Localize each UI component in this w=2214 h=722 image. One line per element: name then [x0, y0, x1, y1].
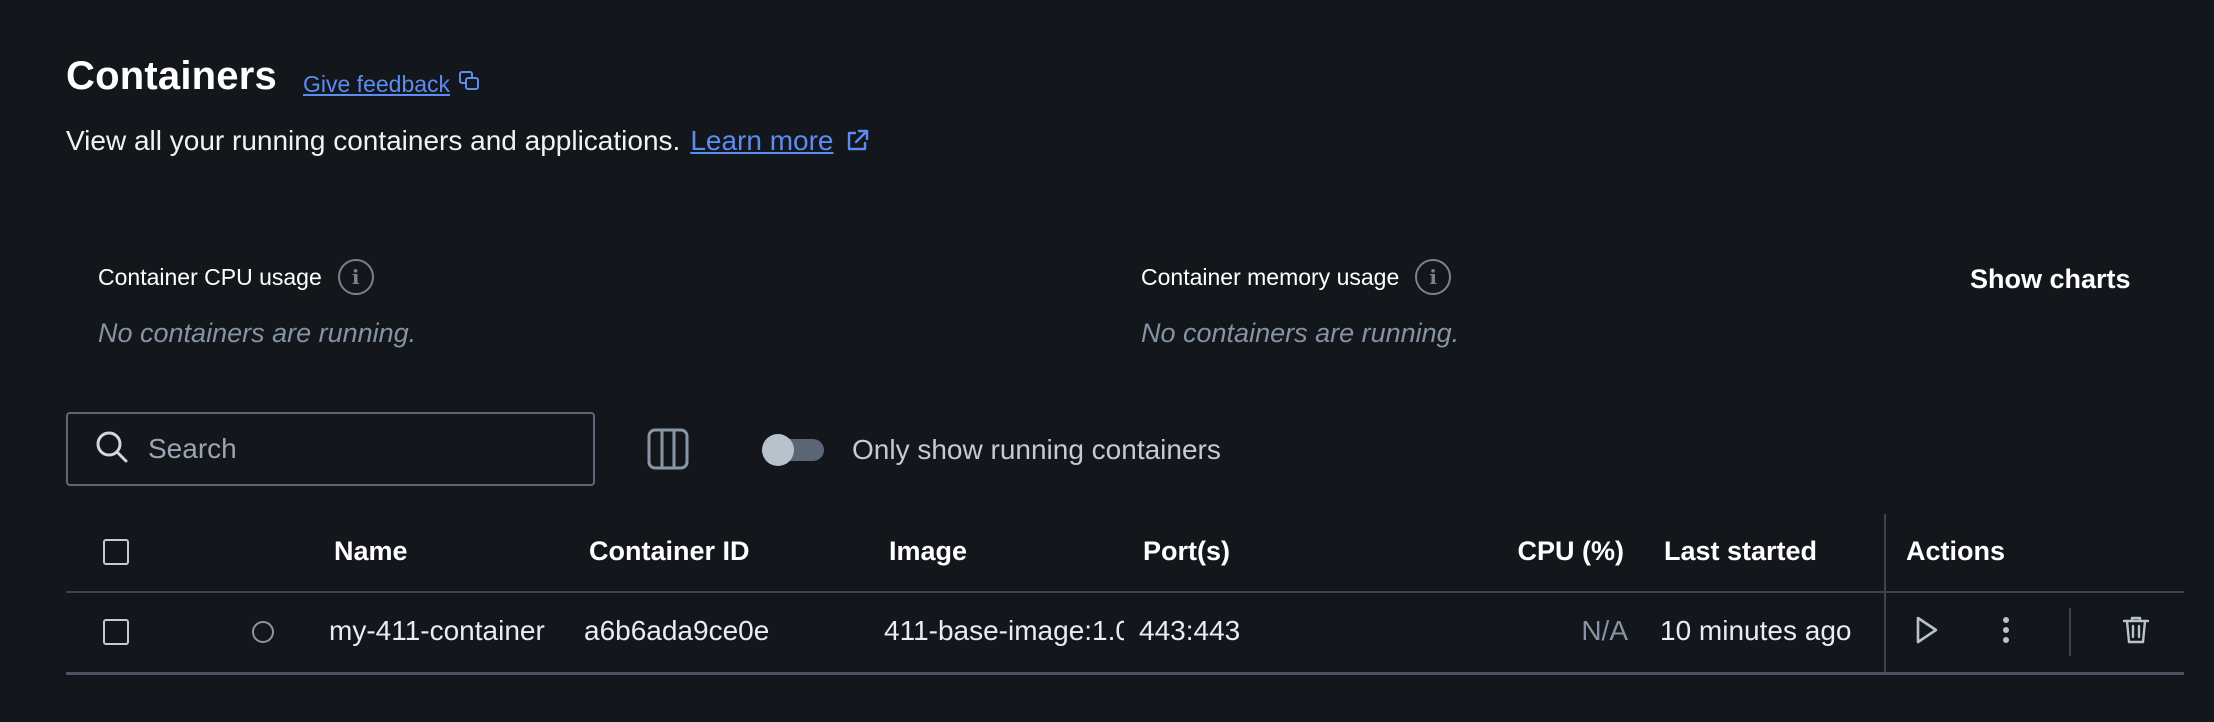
columns-button[interactable]: [646, 427, 690, 471]
kebab-menu-icon: [2001, 615, 2011, 650]
cpu-usage-empty: No containers are running.: [98, 318, 417, 348]
running-only-toggle[interactable]: [762, 434, 824, 466]
column-header-name[interactable]: Name: [334, 536, 408, 567]
running-only-label: Only show running containers: [852, 434, 1221, 465]
status-circle-icon: [252, 621, 274, 643]
give-feedback-label: Give feedback: [303, 70, 451, 97]
container-name-link[interactable]: my-411-container: [329, 615, 554, 647]
column-header-last-started[interactable]: Last started: [1664, 536, 1817, 567]
memory-usage-empty: No containers are running.: [1141, 318, 1460, 348]
search-icon: [94, 429, 130, 470]
cpu-cell: N/A: [1581, 615, 1628, 646]
page-description: View all your running containers and app…: [66, 125, 870, 157]
more-actions-button[interactable]: [1984, 610, 2028, 654]
toggle-knob: [762, 434, 794, 466]
column-header-container-id[interactable]: Container ID: [589, 536, 750, 567]
containers-page: Containers Give feedback View all your r…: [0, 0, 2214, 722]
cpu-usage-header: Container CPU usage i: [98, 259, 374, 295]
actions-divider: [2069, 608, 2071, 656]
column-header-ports[interactable]: Port(s): [1143, 536, 1230, 567]
cpu-usage-label: Container CPU usage: [98, 263, 322, 290]
image-link[interactable]: 411-base-image:1.0: [884, 615, 1124, 647]
search-field[interactable]: [66, 412, 595, 486]
show-charts-button[interactable]: Show charts: [1970, 264, 2131, 295]
external-link-icon: [844, 128, 870, 154]
column-header-actions: Actions: [1906, 536, 2006, 566]
column-header-cpu[interactable]: CPU (%): [1500, 536, 1625, 567]
info-icon[interactable]: i: [337, 259, 374, 295]
container-id-cell: a6b6ada9ce0e: [584, 615, 770, 646]
play-icon: [1912, 615, 1940, 650]
page-title: Containers: [66, 54, 277, 98]
port-link[interactable]: 443:443: [1139, 615, 1339, 647]
description-text: View all your running containers and app…: [66, 125, 681, 156]
last-started-cell: 10 minutes ago: [1660, 615, 1852, 646]
select-all-checkbox[interactable]: [103, 539, 129, 565]
row-checkbox[interactable]: [103, 619, 129, 645]
search-input[interactable]: [148, 433, 548, 465]
row-divider: [66, 672, 2184, 675]
start-button[interactable]: [1904, 610, 1948, 654]
trash-icon: [2122, 615, 2150, 650]
learn-more-link[interactable]: Learn more: [690, 125, 833, 157]
info-icon[interactable]: i: [1415, 259, 1452, 295]
memory-usage-label: Container memory usage: [1141, 263, 1400, 290]
give-feedback-link[interactable]: Give feedback: [303, 70, 480, 98]
memory-usage-header: Container memory usage i: [1141, 259, 1452, 295]
feedback-icon: [458, 70, 480, 98]
columns-icon: [646, 428, 690, 475]
column-header-image[interactable]: Image: [889, 536, 967, 567]
delete-button[interactable]: [2114, 610, 2158, 654]
